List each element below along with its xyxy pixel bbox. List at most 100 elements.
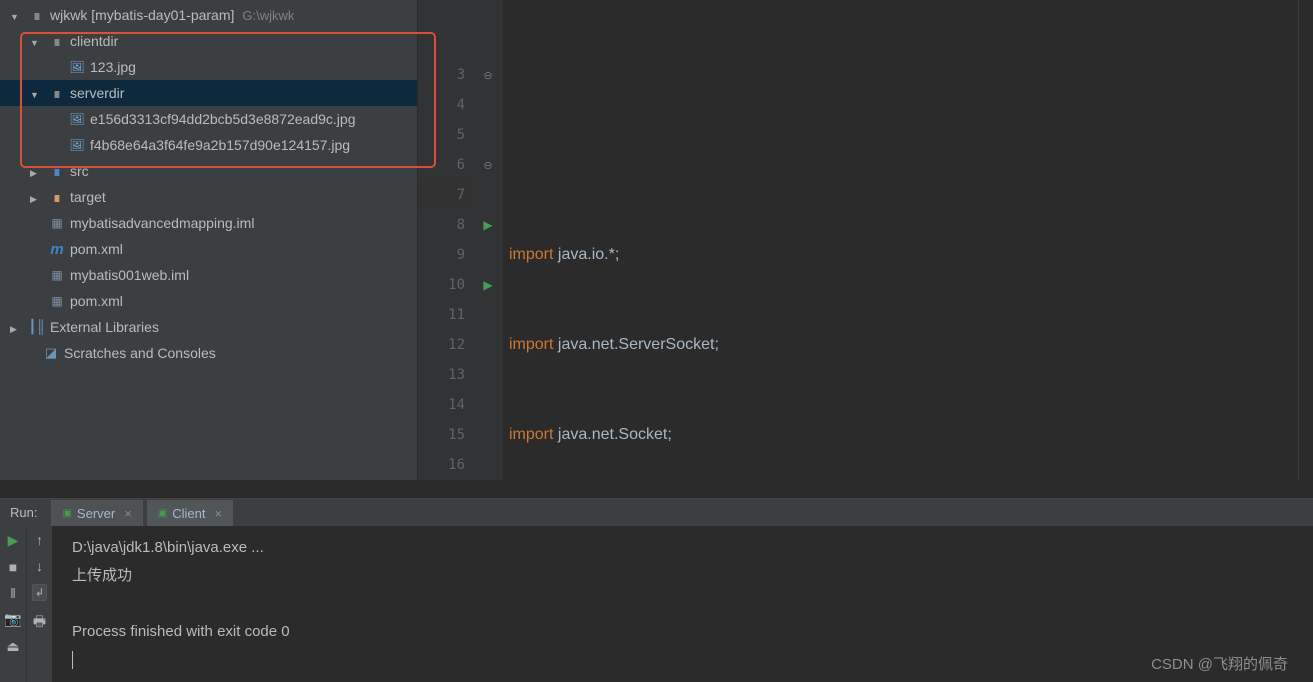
folder-icon: ∎ xyxy=(48,85,66,102)
run-panel-title: Run: xyxy=(0,505,47,520)
console-output[interactable]: D:\java\jdk1.8\bin\java.exe ... 上传成功 Pro… xyxy=(52,526,1313,682)
tree-label: target xyxy=(70,189,106,205)
stop-icon[interactable]: ■ xyxy=(9,559,17,575)
image-file-icon: 🖼 xyxy=(68,112,86,126)
close-icon[interactable]: × xyxy=(124,506,132,521)
project-tree: ∎ wjkwk [mybatis-day01-param] G:\wjkwk ∎… xyxy=(0,0,418,480)
tree-label: mybatis001web.iml xyxy=(70,267,189,283)
tree-label: e156d3313cf94dd2bcb5d3e8872ead9c.jpg xyxy=(90,111,355,127)
gutter-line[interactable]: 3 xyxy=(418,60,473,90)
tree-label: 123.jpg xyxy=(90,59,136,75)
run-toolbar-left: ▶ ■ ‖ 📷 ⏏ xyxy=(0,526,26,682)
tree-row-file[interactable]: . 🖼 f4b68e64a3f64fe9a2b157d90e124157.jpg xyxy=(0,132,417,158)
gutter-line[interactable]: 9 xyxy=(418,240,473,270)
tree-row-file[interactable]: . 🖼 e156d3313cf94dd2bcb5d3e8872ead9c.jpg xyxy=(0,106,417,132)
tree-row-src[interactable]: ∎ src xyxy=(0,158,417,184)
chevron-right-icon[interactable] xyxy=(30,189,44,205)
gutter-line[interactable]: 15 xyxy=(418,420,473,450)
print-icon[interactable]: 🖶 xyxy=(33,611,46,635)
chevron-right-icon[interactable] xyxy=(10,319,24,335)
tree-label: serverdir xyxy=(70,85,124,101)
image-file-icon: 🖼 xyxy=(68,138,86,152)
folder-icon: ∎ xyxy=(28,7,46,24)
editor: 3 4 5 6 7 8 9 10 11 12 13 14 15 16 ⊖ ⊖ ▶… xyxy=(418,0,1313,480)
run-tab-label: Server xyxy=(77,506,115,521)
tree-label: External Libraries xyxy=(50,319,159,335)
tree-label: wjkwk [mybatis-day01-param] xyxy=(50,7,234,23)
watermark-text: CSDN @飞翔的佩奇 xyxy=(1151,653,1288,674)
gutter-line[interactable]: 5 xyxy=(418,120,473,150)
run-tab-server[interactable]: ▣ Server × xyxy=(51,500,142,526)
run-toolbar-console: ↑ ↓ ↲ 🖶 xyxy=(26,526,52,682)
file-icon: ▦ xyxy=(48,268,66,282)
run-header: Run: ▣ Server × ▣ Client × xyxy=(0,499,1313,526)
line-gutter: 3 4 5 6 7 8 9 10 11 12 13 14 15 16 xyxy=(418,0,473,480)
tree-row-target[interactable]: ∎ target xyxy=(0,184,417,210)
fold-icon[interactable]: ⊖ xyxy=(483,69,492,82)
image-file-icon: 🖼 xyxy=(68,60,86,74)
close-icon[interactable]: × xyxy=(215,506,223,521)
console-line: Process finished with exit code 0 xyxy=(72,618,1293,646)
up-icon[interactable]: ↑ xyxy=(36,532,43,548)
run-config-icon: ▣ xyxy=(158,508,167,519)
tree-label: Scratches and Consoles xyxy=(64,345,216,361)
tree-row-file[interactable]: . ▦ mybatisadvancedmapping.iml xyxy=(0,210,417,236)
tree-path: G:\wjkwk xyxy=(242,8,294,23)
gutter-line[interactable]: 8 xyxy=(418,210,473,240)
pause-icon[interactable]: ‖ xyxy=(10,585,16,601)
tree-label: clientdir xyxy=(70,33,118,49)
gutter-line[interactable]: 10 xyxy=(418,270,473,300)
chevron-right-icon[interactable] xyxy=(30,163,44,179)
chevron-down-icon[interactable] xyxy=(30,85,44,101)
tree-label: pom.xml xyxy=(70,293,123,309)
caret xyxy=(72,651,73,669)
gutter-line[interactable]: 16 xyxy=(418,450,473,480)
chevron-down-icon[interactable] xyxy=(10,7,24,23)
tree-label: src xyxy=(70,163,89,179)
gutter-line[interactable]: 11 xyxy=(418,300,473,330)
run-config-icon: ▣ xyxy=(62,508,71,519)
soft-wrap-icon[interactable]: ↲ xyxy=(32,584,47,601)
folder-icon: ∎ xyxy=(48,189,66,206)
run-class-icon[interactable]: ▶ xyxy=(483,218,492,232)
gutter-line[interactable] xyxy=(418,30,473,60)
run-tab-client[interactable]: ▣ Client × xyxy=(147,500,233,526)
gutter-line[interactable] xyxy=(418,0,473,30)
gutter-line[interactable]: 6 xyxy=(418,150,473,180)
gutter-line[interactable]: 12 xyxy=(418,330,473,360)
rerun-icon[interactable]: ▶ xyxy=(8,532,19,549)
run-tab-label: Client xyxy=(172,506,205,521)
fold-icon[interactable]: ⊖ xyxy=(483,159,492,172)
tree-row-file[interactable]: . ▦ pom.xml xyxy=(0,288,417,314)
tree-row-root[interactable]: ∎ wjkwk [mybatis-day01-param] G:\wjkwk xyxy=(0,2,417,28)
gutter-line[interactable]: 4 xyxy=(418,90,473,120)
tree-row-file[interactable]: . 🖼 123.jpg xyxy=(0,54,417,80)
tree-row-file[interactable]: . ▦ mybatis001web.iml xyxy=(0,262,417,288)
dump-icon[interactable]: 📷 xyxy=(4,611,21,628)
exit-icon[interactable]: ⏏ xyxy=(6,638,19,655)
gutter-line[interactable]: 13 xyxy=(418,360,473,390)
tree-label: f4b68e64a3f64fe9a2b157d90e124157.jpg xyxy=(90,137,350,153)
tree-row-clientdir[interactable]: ∎ clientdir xyxy=(0,28,417,54)
console-line: 上传成功 xyxy=(72,562,1293,590)
run-main-icon[interactable]: ▶ xyxy=(483,278,492,292)
editor-minimap[interactable] xyxy=(1298,0,1313,480)
tree-row-file[interactable]: . m pom.xml xyxy=(0,236,417,262)
folder-icon: ∎ xyxy=(48,33,66,50)
gutter-line[interactable]: 14 xyxy=(418,390,473,420)
library-icon: ┃║ xyxy=(28,319,46,335)
chevron-down-icon[interactable] xyxy=(30,33,44,49)
run-panel: Run: ▣ Server × ▣ Client × ▶ ■ ‖ 📷 ⏏ ↑ ↓… xyxy=(0,498,1313,682)
tree-row-serverdir[interactable]: ∎ serverdir xyxy=(0,80,417,106)
tree-label: pom.xml xyxy=(70,241,123,257)
folder-icon: ∎ xyxy=(48,163,66,180)
console-line xyxy=(72,590,1293,618)
gutter-line[interactable]: 7 xyxy=(418,180,473,210)
scratch-icon: ◪ xyxy=(42,345,60,361)
tree-row-external-libs[interactable]: ┃║ External Libraries xyxy=(0,314,417,340)
down-icon[interactable]: ↓ xyxy=(36,558,43,574)
gutter-icons: ⊖ ⊖ ▶ ▶ xyxy=(473,0,503,480)
code-area[interactable]: import java.io.*; import java.net.Server… xyxy=(503,0,1298,480)
tree-row-scratches[interactable]: . ◪ Scratches and Consoles xyxy=(0,340,417,366)
file-icon: ▦ xyxy=(48,216,66,230)
